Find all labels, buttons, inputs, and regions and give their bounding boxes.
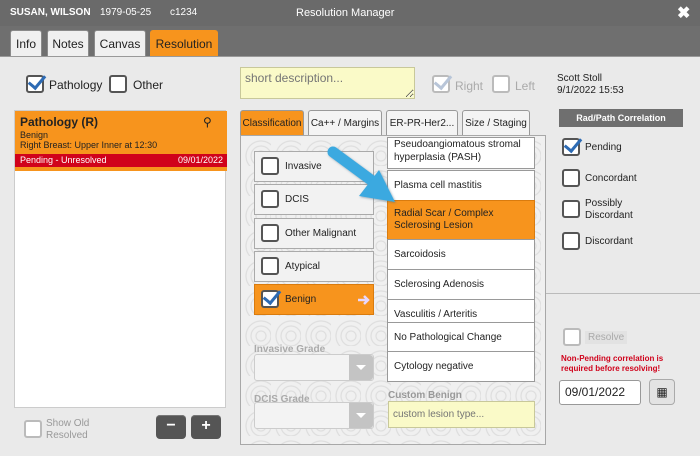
add-button[interactable]: + [191, 415, 221, 439]
window-title: Resolution Manager [296, 7, 395, 19]
left-checkbox[interactable] [492, 75, 510, 93]
atypical-checkbox[interactable] [261, 257, 279, 275]
option-label: Vasculitis / Arteritis [394, 309, 478, 320]
list-item[interactable]: Pathology (R) ⚲ Benign Right Breast: Upp… [15, 111, 227, 171]
rad-path-header: Rad/Path Correlation [559, 109, 683, 127]
patient-id: c1234 [170, 7, 198, 18]
option-plasma-cell-mastitis[interactable]: Plasma cell mastitis [387, 170, 535, 201]
discordant-checkbox[interactable] [562, 232, 580, 250]
other-checkbox[interactable] [109, 75, 127, 93]
annotation-arrow-icon [327, 146, 395, 202]
close-icon[interactable]: ✖ [677, 3, 690, 23]
resolve-label: Resolve [585, 331, 628, 344]
option-pash[interactable]: Pseudoangiomatous stromal hyperplasia (P… [387, 137, 535, 169]
option-radial-scar[interactable]: Radial Scar / Complex Sclerosing Lesion [387, 200, 535, 240]
tab-canvas[interactable]: Canvas [94, 30, 146, 56]
tab-er-pr-her2[interactable]: ER-PR-Her2... [386, 110, 458, 135]
concordant-label: Concordant [585, 173, 637, 184]
pathology-checkbox[interactable] [26, 75, 44, 93]
classification-label: Benign [285, 294, 317, 305]
classification-label: Other Malignant [285, 228, 357, 239]
tab-notes[interactable]: Notes [47, 30, 89, 56]
option-label: Radial Scar / Complex Sclerosing Lesion [394, 208, 494, 231]
right-label: Right [455, 79, 484, 93]
resolve-warning: Non-Pending correlation is required befo… [561, 354, 664, 373]
left-label: Left [515, 79, 536, 93]
option-label: Sarcoidosis [394, 249, 446, 260]
tab-size-staging[interactable]: Size / Staging [462, 110, 530, 135]
pending-checkbox[interactable] [562, 138, 580, 156]
right-checkbox[interactable] [432, 75, 450, 93]
divider [546, 293, 700, 294]
dcis-checkbox[interactable] [261, 190, 279, 208]
card-subtitle: Benign [20, 130, 49, 140]
discordant-label: Discordant [585, 236, 633, 247]
invasive-checkbox[interactable] [261, 157, 279, 175]
card-location: Right Breast: Upper Inner at 12:30 [20, 140, 158, 150]
status-badge: Pending - Unresolved 09/01/2022 [15, 154, 227, 167]
classification-item-other-malignant[interactable]: Other Malignant [254, 218, 374, 249]
calendar-icon[interactable]: ▦ [649, 379, 675, 405]
status-date: 09/01/2022 [177, 155, 223, 165]
invasive-grade-select[interactable] [254, 354, 374, 381]
chevron-down-icon [349, 403, 373, 428]
description-input[interactable] [240, 67, 415, 99]
custom-benign-label: Custom Benign [388, 390, 462, 401]
show-old-label: Show Old Resolved [46, 418, 90, 441]
classification-label: Invasive [285, 161, 322, 172]
author-datetime: 9/1/2022 15:53 [557, 85, 624, 96]
option-label: Plasma cell mastitis [394, 180, 482, 191]
pending-label: Pending [585, 142, 622, 153]
possibly-discordant-checkbox[interactable] [562, 200, 580, 218]
classification-item-atypical[interactable]: Atypical [254, 251, 374, 282]
option-sclerosing-adenosis[interactable]: Sclerosing Adenosis [387, 269, 535, 300]
title-bar: SUSAN, WILSON 1979-05-25 c1234 Resolutio… [0, 0, 700, 26]
resolve-date-input[interactable]: 09/01/2022 [559, 380, 641, 405]
tab-info[interactable]: Info [10, 30, 42, 56]
patient-name: SUSAN, WILSON [10, 7, 91, 18]
remove-button[interactable]: − [156, 415, 186, 439]
option-no-pathological-change[interactable]: No Pathological Change [387, 322, 535, 353]
classification-label: Atypical [285, 261, 321, 272]
tab-ca-margins[interactable]: Ca++ / Margins [308, 110, 382, 135]
tab-resolution[interactable]: Resolution [150, 30, 218, 56]
arrow-right-icon [358, 295, 370, 305]
custom-benign-input[interactable] [388, 401, 535, 428]
possibly-discordant-label: Possibly Discordant [585, 198, 633, 221]
classification-label: DCIS [285, 194, 309, 205]
option-label: No Pathological Change [394, 332, 502, 343]
patient-dob: 1979-05-25 [100, 7, 152, 18]
status-text: Pending - Unresolved [20, 155, 107, 165]
chevron-down-icon [349, 355, 373, 380]
option-sarcoidosis[interactable]: Sarcoidosis [387, 239, 535, 270]
tab-classification[interactable]: Classification [240, 110, 304, 135]
link-icon[interactable]: ⚲ [203, 115, 212, 129]
option-label: Cytology negative [394, 361, 474, 372]
concordant-checkbox[interactable] [562, 169, 580, 187]
other-malignant-checkbox[interactable] [261, 224, 279, 242]
author-name: Scott Stoll [557, 73, 603, 84]
classification-item-benign[interactable]: Benign [254, 284, 374, 315]
resolution-list: Pathology (R) ⚲ Benign Right Breast: Upp… [14, 110, 227, 408]
benign-checkbox[interactable] [261, 290, 279, 308]
dcis-grade-select[interactable] [254, 402, 374, 429]
option-cytology-negative[interactable]: Cytology negative [387, 351, 535, 382]
other-label: Other [133, 78, 164, 92]
show-old-checkbox[interactable] [24, 420, 42, 438]
card-title: Pathology (R) [20, 115, 98, 129]
resolve-checkbox[interactable] [563, 328, 581, 346]
pathology-label: Pathology [49, 78, 103, 92]
option-label: Pseudoangiomatous stromal hyperplasia (P… [394, 139, 521, 163]
option-label: Sclerosing Adenosis [394, 279, 485, 290]
